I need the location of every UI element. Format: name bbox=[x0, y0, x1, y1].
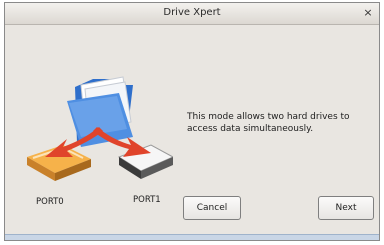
title-bar[interactable]: Drive Xpert × bbox=[5, 3, 379, 25]
cancel-button[interactable]: Cancel bbox=[183, 196, 241, 220]
close-button[interactable]: × bbox=[361, 6, 375, 20]
port0-label: PORT0 bbox=[36, 197, 64, 207]
status-bar bbox=[5, 234, 379, 240]
folder-icon bbox=[67, 76, 133, 147]
dialog-window: Drive Xpert × This mode allows two hard … bbox=[4, 2, 380, 241]
next-button[interactable]: Next bbox=[318, 196, 374, 220]
window-title: Drive Xpert bbox=[163, 7, 221, 18]
drive-illustration bbox=[23, 65, 175, 195]
port1-label: PORT1 bbox=[133, 195, 161, 205]
folder-raid-mirroring-icon bbox=[27, 76, 175, 181]
mode-description: This mode allows two hard drives to acce… bbox=[187, 112, 350, 134]
